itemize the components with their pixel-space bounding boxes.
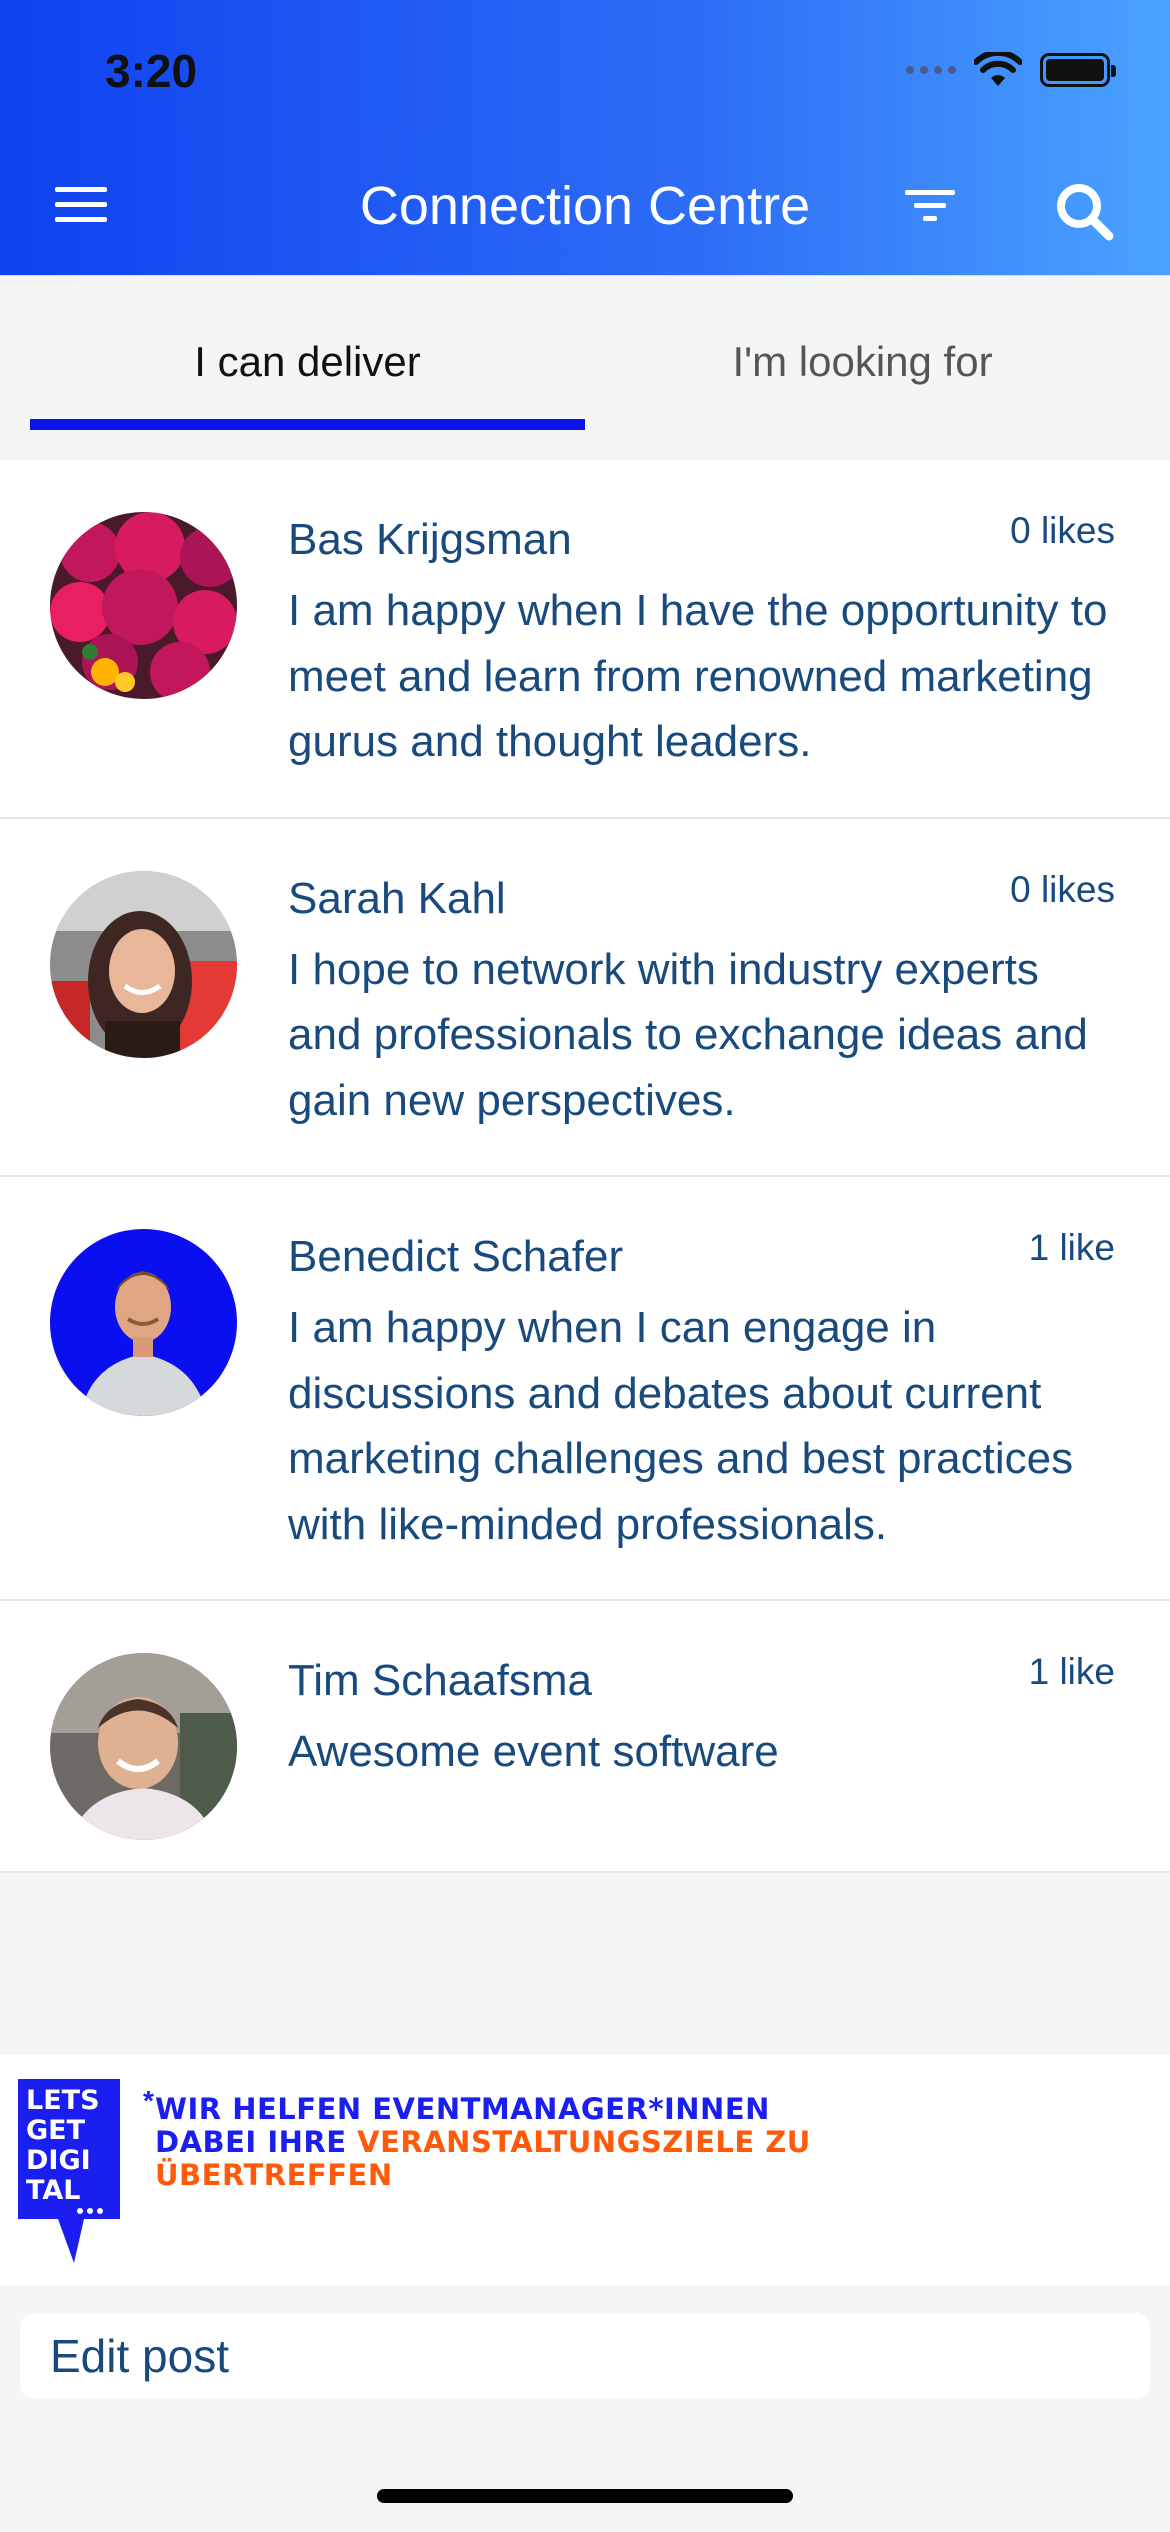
search-icon[interactable] <box>1053 180 1115 242</box>
tab-i-can-deliver[interactable]: I can deliver <box>30 338 585 386</box>
wifi-icon <box>974 52 1022 86</box>
banner-asterisk: * <box>143 2085 154 2116</box>
logo-line-4: TAL <box>26 2175 80 2206</box>
status-time: 3:20 <box>105 45 198 97</box>
avatar <box>50 870 237 1058</box>
sponsor-banner[interactable]: LETS GET DIGI TAL * Wir helfen Eventmana… <box>0 2055 1170 2285</box>
tab-bar: I can deliver I'm looking for <box>0 275 1170 460</box>
list-item[interactable]: Tim Schaafsma 1 like Awesome event softw… <box>0 1601 1170 1873</box>
banner-line-1: Wir helfen Eventmanager*innen <box>155 2092 770 2126</box>
battery-icon <box>1040 53 1116 87</box>
likes-count[interactable]: 1 like <box>1029 1227 1115 1269</box>
post-author: Tim Schaafsma <box>288 1656 593 1705</box>
home-indicator <box>377 2489 793 2503</box>
banner-text: Wir helfen Eventmanager*innen dabei ihre… <box>155 2093 1155 2192</box>
likes-count[interactable]: 0 likes <box>1010 869 1115 911</box>
filter-icon[interactable] <box>903 186 957 226</box>
likes-count[interactable]: 1 like <box>1029 1651 1115 1693</box>
list-item[interactable]: Sarah Kahl 0 likes I hope to network wit… <box>0 819 1170 1177</box>
banner-line-2-blue: dabei ihre <box>155 2125 347 2159</box>
likes-count[interactable]: 0 likes <box>1010 510 1115 552</box>
tab-im-looking-for[interactable]: I'm looking for <box>585 338 1140 386</box>
cellular-signal-icon <box>906 66 956 74</box>
nav-bar: Connection Centre <box>0 160 1170 250</box>
avatar <box>50 1653 237 1840</box>
app-header: 3:20 Connection Centre <box>0 0 1170 275</box>
status-icons <box>906 52 1116 88</box>
post-list: Bas Krijgsman 0 likes I am happy when I … <box>0 460 1170 1873</box>
list-item[interactable]: Bas Krijgsman 0 likes I am happy when I … <box>0 460 1170 819</box>
list-item[interactable]: Benedict Schafer 1 like I am happy when … <box>0 1177 1170 1601</box>
post-text: I am happy when I have the opportunity t… <box>288 586 1108 766</box>
logo-line-1: LETS <box>26 2085 100 2116</box>
post-text: I am happy when I can engage in discussi… <box>288 1303 1074 1549</box>
edit-post-button[interactable]: Edit post <box>20 2313 1150 2399</box>
post-author: Bas Krijgsman <box>288 515 572 564</box>
banner-line-2-orange: Veranstaltungsziele zu <box>357 2125 811 2159</box>
banner-line-3: übertreffen <box>155 2158 393 2192</box>
avatar <box>50 1229 237 1416</box>
page-title: Connection Centre <box>359 176 811 236</box>
post-author: Benedict Schafer <box>288 1232 624 1281</box>
lets-get-digital-logo: LETS GET DIGI TAL <box>18 2079 120 2263</box>
logo-line-3: DIGI <box>26 2145 91 2176</box>
post-text: Awesome event software <box>288 1727 779 1776</box>
active-tab-indicator <box>30 419 585 430</box>
avatar <box>50 512 237 699</box>
logo-line-2: GET <box>26 2115 86 2146</box>
post-text: I hope to network with industry experts … <box>288 944 1088 1125</box>
post-author: Sarah Kahl <box>288 873 506 923</box>
